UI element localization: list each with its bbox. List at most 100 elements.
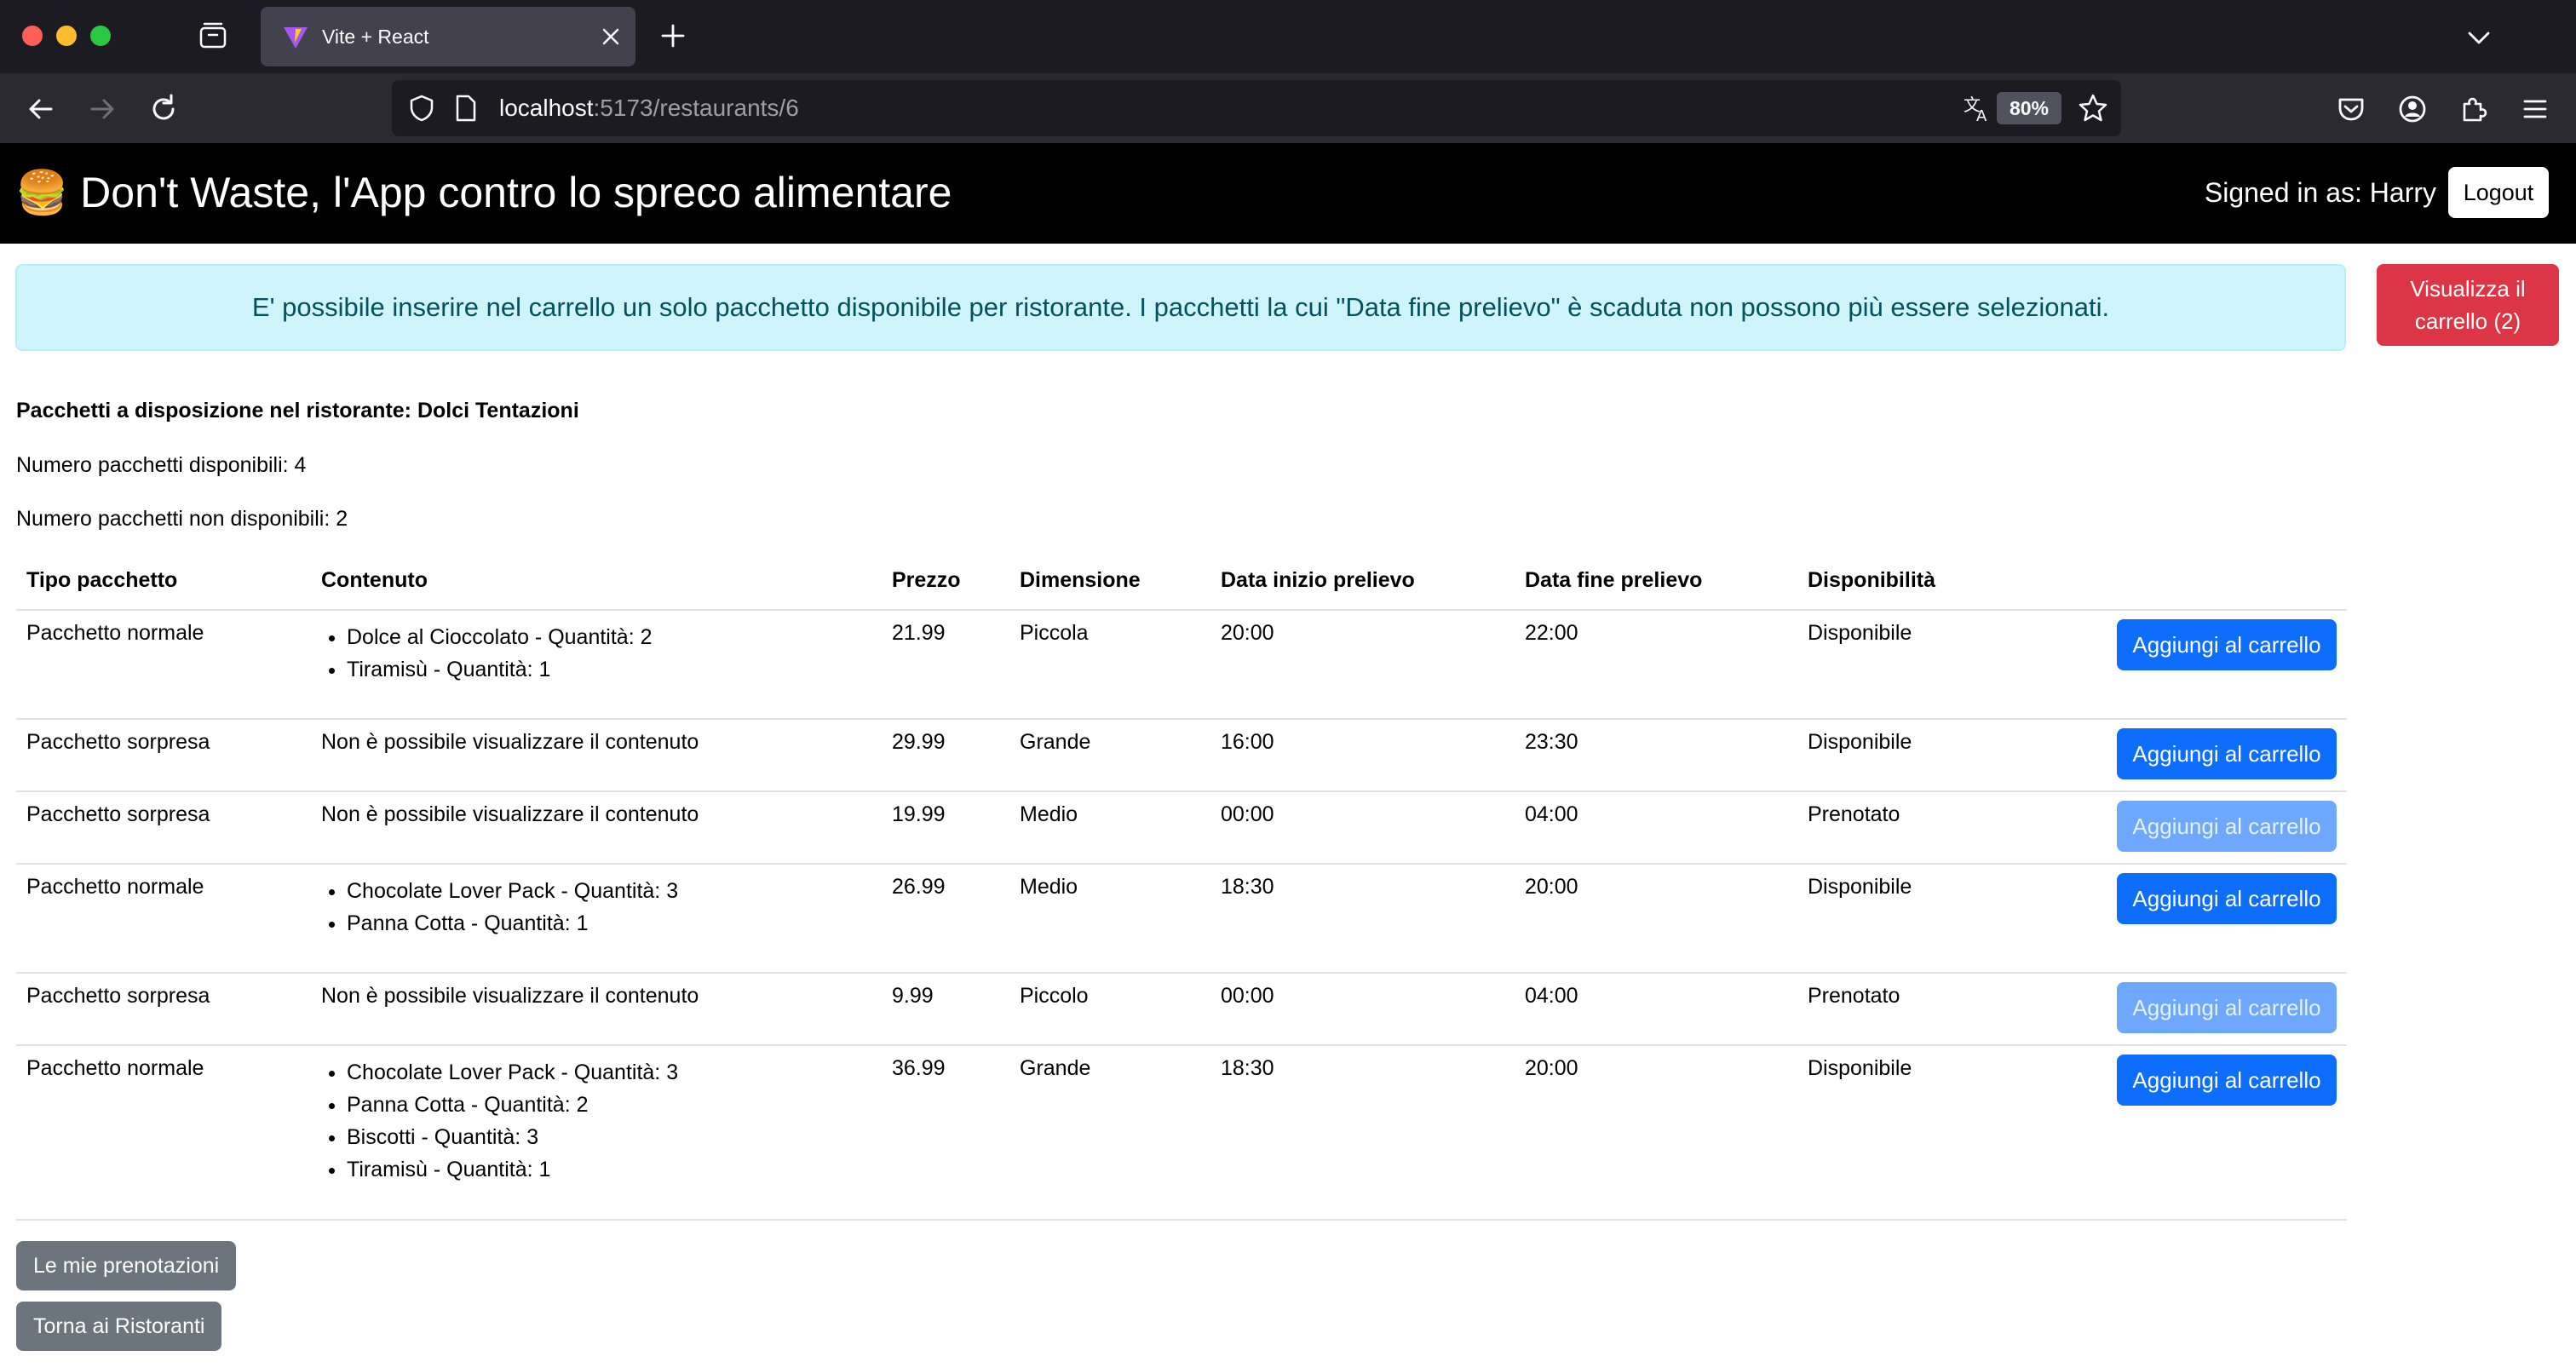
info-alert-text: E' possibile inserire nel carrello un so… (251, 292, 2110, 322)
unavailable-count: Numero pacchetti non disponibili: 2 (16, 507, 348, 531)
add-to-cart-button[interactable]: Aggiungi al carrello (2117, 728, 2337, 779)
header-tipo: Tipo pacchetto (16, 552, 311, 611)
content-list: Dolce al Cioccolato - Quantità: 2 Tirami… (347, 621, 871, 686)
url-text[interactable]: localhost:5173/restaurants/6 (499, 95, 799, 122)
cell-status: Disponibile (1797, 718, 1997, 791)
app-brand[interactable]: 🍔 Don't Waste, l'App contro lo spreco al… (15, 165, 952, 220)
cell-price: 21.99 (882, 609, 1009, 719)
back-arrow-icon[interactable] (24, 92, 58, 126)
cell-start: 18:30 (1210, 863, 1515, 973)
view-cart-line2: carrello (2) (2414, 308, 2521, 334)
cell-size: Piccolo (1009, 972, 1210, 1045)
svg-text:A: A (1976, 107, 1987, 124)
account-icon[interactable] (2395, 92, 2429, 126)
back-to-restaurants-button[interactable]: Torna ai Ristoranti (16, 1302, 222, 1351)
cell-price: 29.99 (882, 718, 1009, 791)
cell-action: Aggiungi al carrello (1997, 790, 2347, 864)
add-to-cart-button-disabled: Aggiungi al carrello (2117, 801, 2337, 852)
cell-start: 00:00 (1210, 790, 1515, 864)
window-zoom-button[interactable] (90, 26, 111, 46)
add-to-cart-button[interactable]: Aggiungi al carrello (2117, 619, 2337, 670)
chevron-down-icon[interactable] (2464, 22, 2494, 53)
cell-status: Disponibile (1797, 1044, 1997, 1221)
window-close-button[interactable] (22, 26, 43, 46)
cell-content: Chocolate Lover Pack - Quantità: 3 Panna… (311, 1044, 882, 1221)
table-row: Pacchetto normale Dolce al Cioccolato - … (16, 609, 2347, 719)
table-row: Pacchetto normale Chocolate Lover Pack -… (16, 863, 2347, 973)
content-item: Panna Cotta - Quantità: 1 (347, 907, 871, 940)
content-item: Chocolate Lover Pack - Quantità: 3 (347, 875, 871, 907)
address-bar[interactable]: localhost:5173/restaurants/6 文 A 80% (392, 80, 2121, 136)
content-item: Tiramisù - Quantità: 1 (347, 653, 871, 686)
hamburger-menu-icon[interactable] (2518, 92, 2552, 126)
app-navbar: 🍔 Don't Waste, l'App contro lo spreco al… (0, 143, 2576, 244)
cell-end: 20:00 (1515, 863, 1797, 973)
cell-start: 20:00 (1210, 609, 1515, 719)
cell-action: Aggiungi al carrello (1997, 609, 2347, 719)
vite-logo-icon (284, 27, 308, 49)
cell-status: Disponibile (1797, 863, 1997, 973)
cell-size: Medio (1009, 863, 1210, 973)
zoom-level-badge[interactable]: 80% (1997, 92, 2061, 124)
translate-icon[interactable]: 文 A (1961, 92, 1993, 124)
cell-price: 9.99 (882, 972, 1009, 1045)
cell-type: Pacchetto sorpresa (16, 718, 311, 791)
info-alert: E' possibile inserire nel carrello un so… (15, 264, 2346, 351)
bookmark-star-icon[interactable] (2077, 92, 2109, 124)
cell-size: Medio (1009, 790, 1210, 864)
logout-button[interactable]: Logout (2448, 167, 2549, 218)
browser-tab-active[interactable]: Vite + React (261, 7, 635, 66)
cell-price: 26.99 (882, 863, 1009, 973)
my-reservations-button[interactable]: Le mie prenotazioni (16, 1241, 237, 1290)
brand-title: Don't Waste, l'App contro lo spreco alim… (80, 169, 952, 216)
url-host: localhost (499, 95, 594, 121)
view-cart-line1: Visualizza il (2410, 276, 2526, 302)
url-path: :5173/restaurants/6 (593, 95, 799, 121)
header-data-inizio: Data inizio prelievo (1210, 552, 1515, 611)
header-prezzo: Prezzo (882, 552, 1009, 611)
extensions-icon[interactable] (2457, 92, 2491, 126)
page-icon[interactable] (453, 94, 479, 123)
cell-start: 16:00 (1210, 718, 1515, 791)
forward-arrow-icon[interactable] (85, 92, 119, 126)
add-to-cart-button[interactable]: Aggiungi al carrello (2117, 873, 2337, 924)
content-item: Panna Cotta - Quantità: 2 (347, 1089, 871, 1121)
cell-start: 00:00 (1210, 972, 1515, 1045)
window-minimize-button[interactable] (56, 26, 77, 46)
cell-start: 18:30 (1210, 1044, 1515, 1221)
tab-title: Vite + React (322, 26, 429, 48)
cell-action: Aggiungi al carrello (1997, 972, 2347, 1045)
cell-content: Non è possibile visualizzare il contenut… (311, 790, 882, 864)
new-tab-icon[interactable] (658, 20, 688, 51)
cell-price: 19.99 (882, 790, 1009, 864)
add-to-cart-button-disabled: Aggiungi al carrello (2117, 982, 2337, 1033)
cell-action: Aggiungi al carrello (1997, 1044, 2347, 1221)
cell-end: 22:00 (1515, 609, 1797, 719)
pocket-icon[interactable] (2334, 92, 2368, 126)
cell-type: Pacchetto normale (16, 863, 311, 973)
close-tab-icon[interactable] (600, 26, 622, 48)
content-list: Chocolate Lover Pack - Quantità: 3 Panna… (347, 875, 871, 940)
add-to-cart-button[interactable]: Aggiungi al carrello (2117, 1055, 2337, 1106)
content-item: Chocolate Lover Pack - Quantità: 3 (347, 1056, 871, 1089)
shield-icon[interactable] (407, 94, 436, 123)
signed-in-label: Signed in as: Harry (2204, 177, 2436, 208)
view-cart-button[interactable]: Visualizza il carrello (2) (2377, 264, 2559, 346)
content-item: Dolce al Cioccolato - Quantità: 2 (347, 621, 871, 653)
restaurant-title: Pacchetti a disposizione nel ristorante:… (16, 399, 579, 422)
cell-type: Pacchetto sorpresa (16, 972, 311, 1045)
cell-end: 20:00 (1515, 1044, 1797, 1221)
header-disponibilita: Disponibilità (1797, 552, 1997, 611)
cell-action: Aggiungi al carrello (1997, 718, 2347, 791)
content-item: Biscotti - Quantità: 3 (347, 1121, 871, 1153)
cell-size: Grande (1009, 718, 1210, 791)
cell-size: Piccola (1009, 609, 1210, 719)
reload-icon[interactable] (147, 92, 181, 126)
cell-type: Pacchetto sorpresa (16, 790, 311, 864)
tab-overview-icon[interactable] (198, 20, 228, 51)
header-actions (1997, 552, 2347, 610)
header-dimensione: Dimensione (1009, 552, 1210, 611)
table-row: Pacchetto sorpresa Non è possibile visua… (16, 718, 2347, 791)
cell-status: Prenotato (1797, 972, 1997, 1045)
table-header-row: Tipo pacchetto Contenuto Prezzo Dimensio… (16, 552, 2347, 611)
